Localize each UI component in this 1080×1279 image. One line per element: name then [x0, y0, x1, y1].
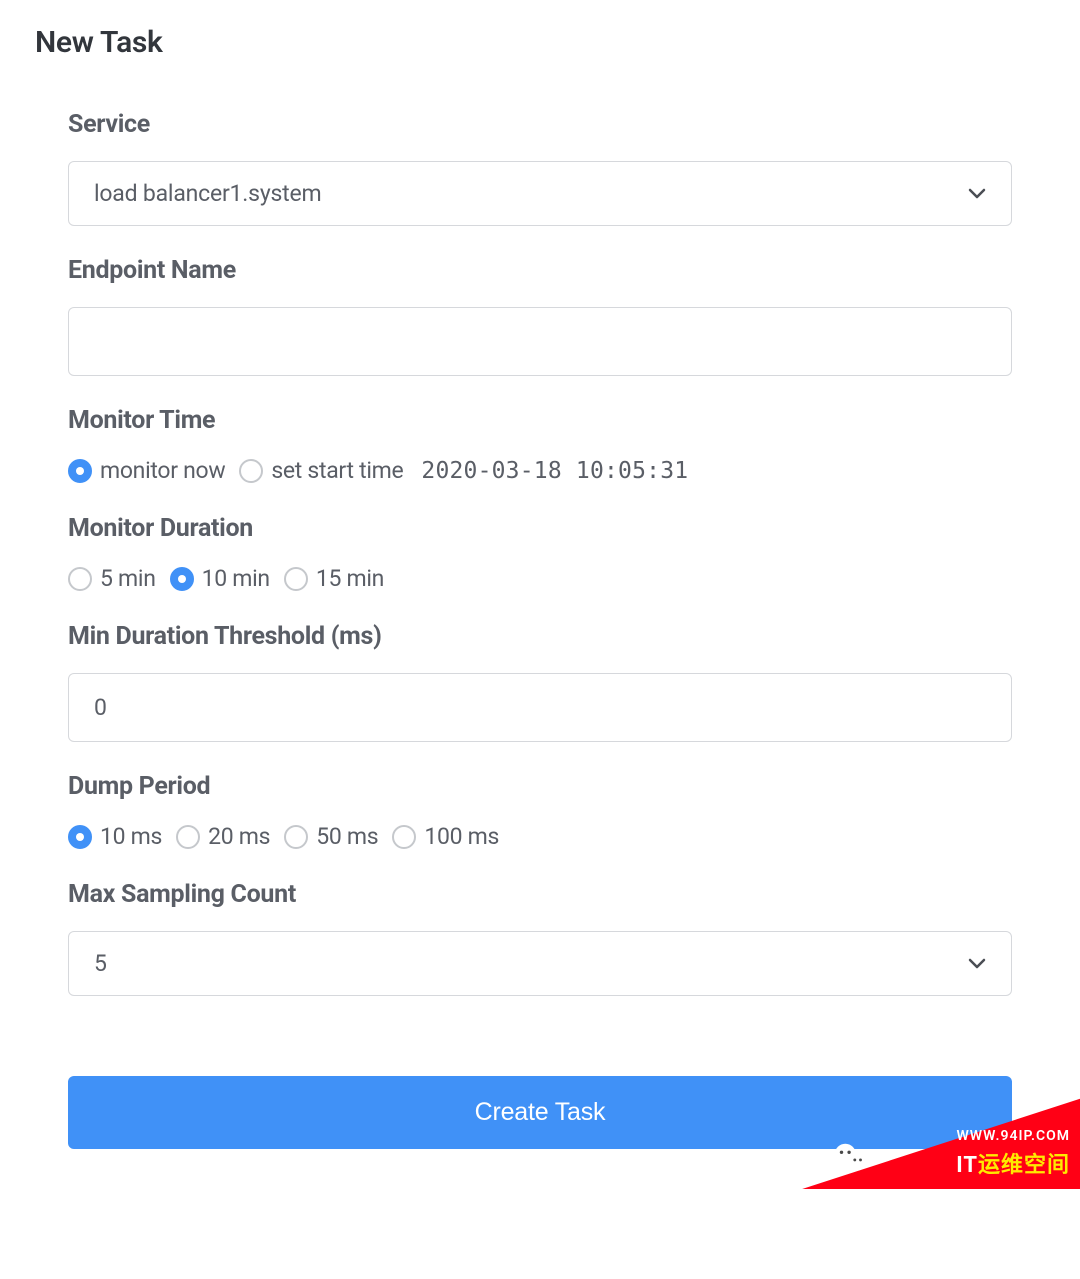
monitor-duration-group: Monitor Duration 5 min 10 min 15 min [68, 514, 1012, 592]
duration-5min-option[interactable]: 5 min [68, 565, 156, 592]
dump-100ms-label: 100 ms [424, 823, 499, 850]
dump-50ms-label: 50 ms [316, 823, 378, 850]
set-start-time-option[interactable]: set start time [239, 457, 403, 484]
max-sampling-count-value: 5 [94, 950, 968, 977]
duration-10min-label: 10 min [202, 565, 270, 592]
create-task-button[interactable]: Create Task [68, 1076, 1012, 1149]
radio-icon [68, 459, 92, 483]
max-sampling-count-group: Max Sampling Count 5 [68, 880, 1012, 996]
min-duration-threshold-label: Min Duration Threshold (ms) [68, 622, 1012, 651]
min-duration-threshold-input[interactable] [68, 673, 1012, 742]
endpoint-name-input[interactable] [68, 307, 1012, 376]
radio-icon [170, 567, 194, 591]
radio-icon [176, 825, 200, 849]
dump-period-group: Dump Period 10 ms 20 ms 50 ms 100 ms [68, 772, 1012, 850]
duration-10min-option[interactable]: 10 min [170, 565, 270, 592]
service-selected-value: load balancer1.system [94, 180, 968, 207]
chevron-down-icon [968, 188, 986, 200]
radio-icon [68, 567, 92, 591]
dump-10ms-label: 10 ms [100, 823, 162, 850]
service-label: Service [68, 110, 1012, 139]
monitor-time-label: Monitor Time [68, 406, 1012, 435]
monitor-time-group: Monitor Time monitor now set start time … [68, 406, 1012, 484]
monitor-time-radios: monitor now set start time 2020-03-18 10… [68, 457, 1012, 484]
duration-15min-option[interactable]: 15 min [284, 565, 384, 592]
monitor-duration-radios: 5 min 10 min 15 min [68, 565, 1012, 592]
radio-icon [68, 825, 92, 849]
max-sampling-count-select[interactable]: 5 [68, 931, 1012, 996]
endpoint-name-group: Endpoint Name [68, 256, 1012, 376]
min-duration-threshold-group: Min Duration Threshold (ms) [68, 622, 1012, 742]
dump-20ms-label: 20 ms [208, 823, 270, 850]
monitor-now-option[interactable]: monitor now [68, 457, 225, 484]
dump-50ms-option[interactable]: 50 ms [284, 823, 378, 850]
dump-10ms-option[interactable]: 10 ms [68, 823, 162, 850]
radio-icon [284, 825, 308, 849]
page-title: New Task [35, 25, 1045, 60]
radio-icon [239, 459, 263, 483]
duration-15min-label: 15 min [316, 565, 384, 592]
set-start-time-label: set start time [271, 457, 403, 484]
service-select[interactable]: load balancer1.system [68, 161, 1012, 226]
duration-5min-label: 5 min [100, 565, 156, 592]
dump-100ms-option[interactable]: 100 ms [392, 823, 499, 850]
chevron-down-icon [968, 958, 986, 970]
watermark-main: IT运维空间 [956, 1147, 1070, 1179]
dump-period-radios: 10 ms 20 ms 50 ms 100 ms [68, 823, 1012, 850]
max-sampling-count-label: Max Sampling Count [68, 880, 1012, 909]
radio-icon [284, 567, 308, 591]
start-time-value: 2020-03-18 10:05:31 [421, 458, 688, 484]
service-group: Service load balancer1.system [68, 110, 1012, 226]
dump-20ms-option[interactable]: 20 ms [176, 823, 270, 850]
monitor-now-label: monitor now [100, 457, 225, 484]
watermark-prefix: IT [956, 1153, 978, 1178]
watermark-cn: 运维空间 [978, 1153, 1070, 1178]
endpoint-name-label: Endpoint Name [68, 256, 1012, 285]
dump-period-label: Dump Period [68, 772, 1012, 801]
new-task-form: Service load balancer1.system Endpoint N… [35, 110, 1045, 1149]
radio-icon [392, 825, 416, 849]
monitor-duration-label: Monitor Duration [68, 514, 1012, 543]
